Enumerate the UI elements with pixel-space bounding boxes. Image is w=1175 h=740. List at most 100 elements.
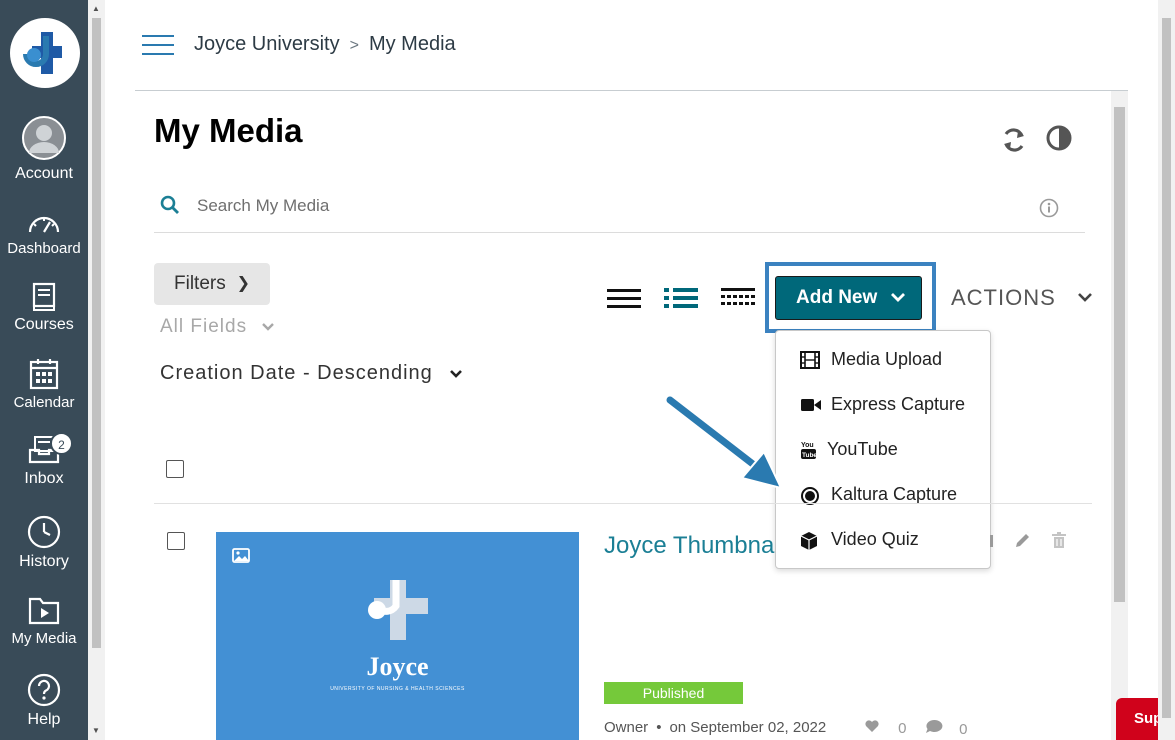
svg-text:You: You [801,442,814,449]
menu-item-label: YouTube [827,439,898,459]
scroll-down-arrow-icon[interactable]: ▼ [92,726,100,735]
breadcrumb-current: My Media [368,33,456,55]
chevron-down-icon[interactable] [1077,291,1093,305]
select-all-checkbox[interactable] [166,460,184,478]
filters-button[interactable]: Filters ❯ [154,263,270,305]
nav-history-label: History [19,553,69,570]
filters-label: Filters [174,273,226,294]
right-gutter [1128,0,1158,740]
video-camera-icon [801,399,821,411]
list-view-icon[interactable] [607,287,641,311]
menu-item-label: Kaltura Capture [831,484,958,504]
nav-history[interactable]: History [0,515,88,571]
nav-help[interactable]: Help [0,673,88,729]
nav-my-media[interactable]: My Media [0,594,88,648]
inbox-unread-badge: 2 [50,432,73,455]
entry-title-link[interactable]: Joyce Thumbnail [604,532,775,560]
menu-item-label: Video Quiz [831,529,919,549]
entry-owner: Owner [604,719,649,736]
status-badge: Published [604,682,743,704]
thumbnail-subtitle-text: UNIVERSITY OF NURSING & HEALTH SCIENCES [330,686,465,692]
entry-checkbox[interactable] [167,532,185,550]
joyce-logo-icon [368,580,428,640]
actions-menu[interactable]: ACTIONS [951,285,1056,311]
compact-view-icon[interactable] [721,287,755,311]
nav-account-label: Account [15,165,73,182]
meta-bullet: • [656,719,662,736]
menu-item-video-quiz[interactable]: Video Quiz [776,520,990,560]
calendar-icon [29,359,59,390]
search-bar: Search My Media [154,186,1085,233]
nav-courses[interactable]: Courses [0,282,88,334]
nav-scrollbar[interactable]: ▲ ▼ [88,0,105,740]
speedometer-icon [28,216,60,233]
detailed-view-icon[interactable] [664,287,698,311]
nav-account[interactable]: Account [0,115,88,183]
nav-help-label: Help [27,711,61,728]
nav-inbox[interactable]: 2 Inbox [0,432,88,488]
window-scrollbar-thumb[interactable] [1162,18,1171,718]
entry-likes[interactable]: 0 [864,719,907,737]
breadcrumb-course[interactable]: Joyce University [194,33,340,55]
window-scrollbar[interactable] [1158,0,1175,740]
field-select-value: All Fields [160,316,248,337]
delete-trash-icon[interactable] [1051,531,1067,549]
likes-count: 0 [898,720,907,737]
chevron-down-icon [891,293,905,302]
frame-scrollbar-thumb[interactable] [1114,107,1125,602]
nav-courses-label: Courses [14,316,74,333]
nav-inbox-label: Inbox [24,470,64,487]
page-title: My Media [154,112,303,149]
chevron-right-icon: ❯ [236,275,250,292]
thumbnail-brand-text: Joyce [366,652,429,681]
menu-item-media-upload[interactable]: Media Upload [776,340,990,380]
entry-meta: Owner • on September 02, 2022 [604,719,826,736]
edit-pencil-icon[interactable] [1013,532,1031,550]
comment-icon [926,719,943,733]
add-new-dropdown: Media Upload Express Capture You Tube Yo… [775,330,991,569]
nav-calendar[interactable]: Calendar [0,358,88,412]
joyce-cross-logo-icon [23,32,62,74]
search-icon[interactable] [160,195,180,215]
nav-my-media-label: My Media [11,630,77,647]
menu-item-youtube[interactable]: You Tube YouTube [776,430,990,470]
sort-select-value: Creation Date - Descending [160,362,433,384]
global-nav: Account Dashboard Courses Calendar 2 Inb… [0,0,88,740]
add-new-label: Add New [796,287,878,308]
image-type-icon [232,548,250,563]
info-icon[interactable] [1039,198,1059,218]
nav-dashboard[interactable]: Dashboard [0,210,88,258]
chevron-down-icon [262,323,275,331]
contrast-toggle-icon[interactable] [1045,124,1073,152]
field-select[interactable]: All Fields [160,316,275,338]
list-divider [154,503,1092,504]
entry-thumbnail[interactable]: Joyce UNIVERSITY OF NURSING & HEALTH SCI… [216,532,579,740]
add-new-button[interactable]: Add New [775,276,922,320]
hamburger-menu-icon[interactable] [142,34,174,56]
nav-scrollbar-thumb[interactable] [92,18,101,648]
search-input[interactable]: Search My Media [197,196,329,216]
chevron-down-icon [450,370,463,378]
menu-item-kaltura-capture[interactable]: Kaltura Capture [776,475,990,515]
film-icon [800,351,820,369]
breadcrumb-separator: > [349,37,359,54]
media-folder-icon [28,597,60,625]
entry-more-icon[interactable] [987,533,995,551]
support-tab[interactable]: Sup [1116,698,1158,740]
menu-item-express-capture[interactable]: Express Capture [776,385,990,425]
nav-dashboard-label: Dashboard [7,240,81,257]
callout-arrow-icon [664,394,783,490]
scroll-up-arrow-icon[interactable]: ▲ [92,4,100,13]
youtube-icon: You Tube [801,442,817,459]
menu-item-label: Express Capture [831,394,966,414]
svg-text:Tube: Tube [802,452,817,459]
refresh-icon[interactable] [1000,127,1028,153]
menu-item-label: Media Upload [831,349,943,369]
entry-comments[interactable]: 0 [925,719,968,738]
comments-count: 0 [959,721,968,738]
clock-icon [27,515,61,549]
joyce-logo[interactable] [10,18,80,88]
sort-select[interactable]: Creation Date - Descending [160,362,463,385]
nav-calendar-label: Calendar [13,394,75,411]
frame-scrollbar[interactable] [1111,91,1128,740]
